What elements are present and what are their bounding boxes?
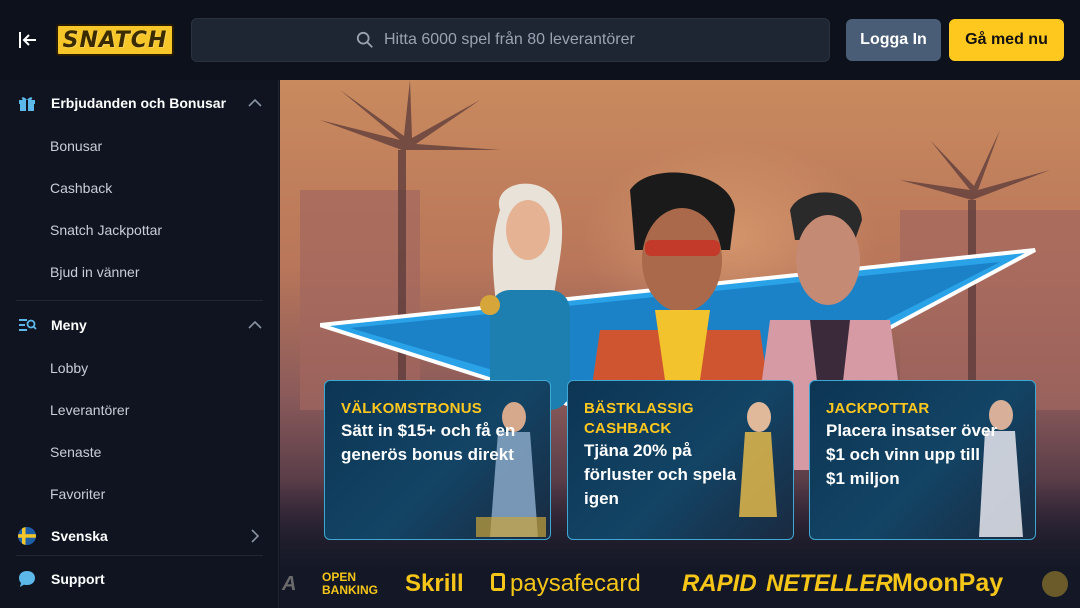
payment-methods-strip: A OPEN BANKING Skrill paysafecard RAPID …	[280, 560, 1080, 608]
open-banking-logo: OPEN BANKING	[322, 571, 378, 597]
section-menu-title: Meny	[51, 317, 87, 333]
chevron-right-icon	[251, 529, 260, 543]
logo-text: SNATCH	[62, 27, 168, 53]
search-input[interactable]	[384, 31, 784, 49]
promo-description: Placera insatser över $1 och vinn upp ti…	[826, 421, 998, 488]
section-offers-title: Erbjudanden och Bonusar	[51, 95, 227, 111]
moonpay-logo: MoonPay	[892, 569, 1004, 597]
payment-logo-partial: A	[282, 573, 297, 595]
promo-card-jackpot[interactable]: JACKPOTTAR Placera insatser över $1 och …	[809, 380, 1036, 540]
login-button[interactable]: Logga In	[846, 19, 941, 61]
sidebar-item-favoriter[interactable]: Favoriter	[50, 486, 105, 502]
divider	[16, 300, 263, 301]
support-link[interactable]: Support	[0, 557, 279, 601]
language-selector[interactable]: Svenska	[0, 514, 279, 558]
snatch-logo[interactable]: SNATCH	[56, 24, 174, 56]
crypto-coin-icon	[1042, 571, 1068, 597]
promo-description: Tjäna 20% på förluster och spela igen	[584, 441, 737, 508]
chat-bubble-icon	[19, 571, 35, 587]
sidebar: Erbjudanden och Bonusar Bonusar Cashback…	[0, 80, 279, 608]
lock-icon	[491, 573, 505, 591]
sidebar-item-cashback[interactable]: Cashback	[50, 180, 112, 196]
sidebar-item-bjud-in[interactable]: Bjud in vänner	[50, 264, 140, 280]
skrill-logo: Skrill	[405, 570, 464, 597]
neteller-logo: NETELLER	[766, 570, 893, 597]
sweden-flag-icon	[18, 527, 36, 545]
sidebar-item-leverantorer[interactable]: Leverantörer	[50, 402, 129, 418]
open-banking-line2: BANKING	[322, 583, 378, 597]
sidebar-item-lobby[interactable]: Lobby	[50, 360, 88, 376]
section-offers[interactable]: Erbjudanden och Bonusar	[0, 81, 279, 125]
search-icon	[356, 31, 373, 48]
sidebar-item-senaste[interactable]: Senaste	[50, 444, 101, 460]
promo-tag: VÄLKOMSTBONUS	[341, 400, 482, 417]
promo-description: Sätt in $15+ och få en generös bonus dir…	[341, 421, 516, 464]
promo-card-welcome[interactable]: VÄLKOMSTBONUS Sätt in $15+ och få en gen…	[324, 380, 551, 540]
support-label: Support	[51, 571, 105, 587]
promo-card-cashback[interactable]: BÄSTKLASSIG CASHBACK Tjäna 20% på förlus…	[567, 380, 794, 540]
chevron-up-icon[interactable]	[247, 95, 263, 111]
collapse-sidebar-icon[interactable]	[16, 28, 40, 52]
hero-banner: VÄLKOMSTBONUS Sätt in $15+ och få en gen…	[280, 80, 1080, 608]
paysafecard-logo: paysafecard	[510, 570, 641, 597]
promo-tag: JACKPOTTAR	[826, 400, 930, 417]
divider	[16, 555, 263, 556]
section-menu[interactable]: Meny	[0, 303, 279, 347]
menu-search-icon	[19, 319, 37, 331]
sidebar-item-jackpottar[interactable]: Snatch Jackpottar	[50, 222, 162, 238]
sidebar-item-bonusar[interactable]: Bonusar	[50, 138, 102, 154]
join-now-button[interactable]: Gå med nu	[949, 19, 1064, 61]
top-header: SNATCH Logga In Gå med nu	[0, 0, 1080, 80]
chevron-up-icon[interactable]	[247, 317, 263, 333]
promo-tag: BÄSTKLASSIG CASHBACK	[584, 400, 694, 437]
search-bar[interactable]	[191, 18, 830, 62]
language-label: Svenska	[51, 528, 108, 544]
rapid-logo: RAPID	[682, 570, 757, 597]
gift-icon	[19, 97, 35, 111]
